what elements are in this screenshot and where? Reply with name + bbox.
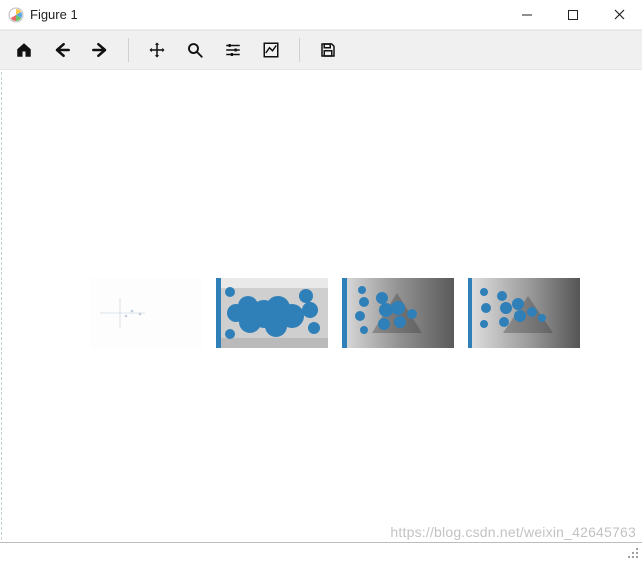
save-icon xyxy=(319,41,337,59)
sliders-icon xyxy=(224,41,242,59)
home-icon xyxy=(15,41,33,59)
subplot-3 xyxy=(468,278,580,348)
back-button[interactable] xyxy=(44,35,80,65)
subplot-row xyxy=(90,278,580,348)
pan-button[interactable] xyxy=(139,35,175,65)
zoom-icon xyxy=(186,41,204,59)
watermark-text: https://blog.csdn.net/weixin_42645763 xyxy=(390,524,636,540)
window-titlebar: Figure 1 xyxy=(0,0,642,30)
window-close-button[interactable] xyxy=(596,0,642,30)
chart-line-icon xyxy=(262,41,280,59)
resize-grip-icon[interactable] xyxy=(626,546,640,560)
home-button[interactable] xyxy=(6,35,42,65)
arrow-left-icon xyxy=(52,40,72,60)
subplot-2 xyxy=(342,278,454,348)
save-button[interactable] xyxy=(310,35,346,65)
toolbar xyxy=(0,30,642,70)
move-icon xyxy=(148,41,166,59)
forward-button[interactable] xyxy=(82,35,118,65)
window-title: Figure 1 xyxy=(30,7,78,22)
figure-canvas[interactable]: https://blog.csdn.net/weixin_42645763 xyxy=(0,70,642,562)
subplot-0 xyxy=(90,278,202,348)
subplot-1 xyxy=(216,278,328,348)
window-minimize-button[interactable] xyxy=(504,0,550,30)
arrow-right-icon xyxy=(90,40,110,60)
toolbar-sep xyxy=(128,38,129,62)
configure-subplots-button[interactable] xyxy=(215,35,251,65)
window-maximize-button[interactable] xyxy=(550,0,596,30)
toolbar-sep xyxy=(299,38,300,62)
app-icon xyxy=(8,7,24,23)
status-bar xyxy=(0,542,642,562)
edit-axes-button[interactable] xyxy=(253,35,289,65)
zoom-button[interactable] xyxy=(177,35,213,65)
